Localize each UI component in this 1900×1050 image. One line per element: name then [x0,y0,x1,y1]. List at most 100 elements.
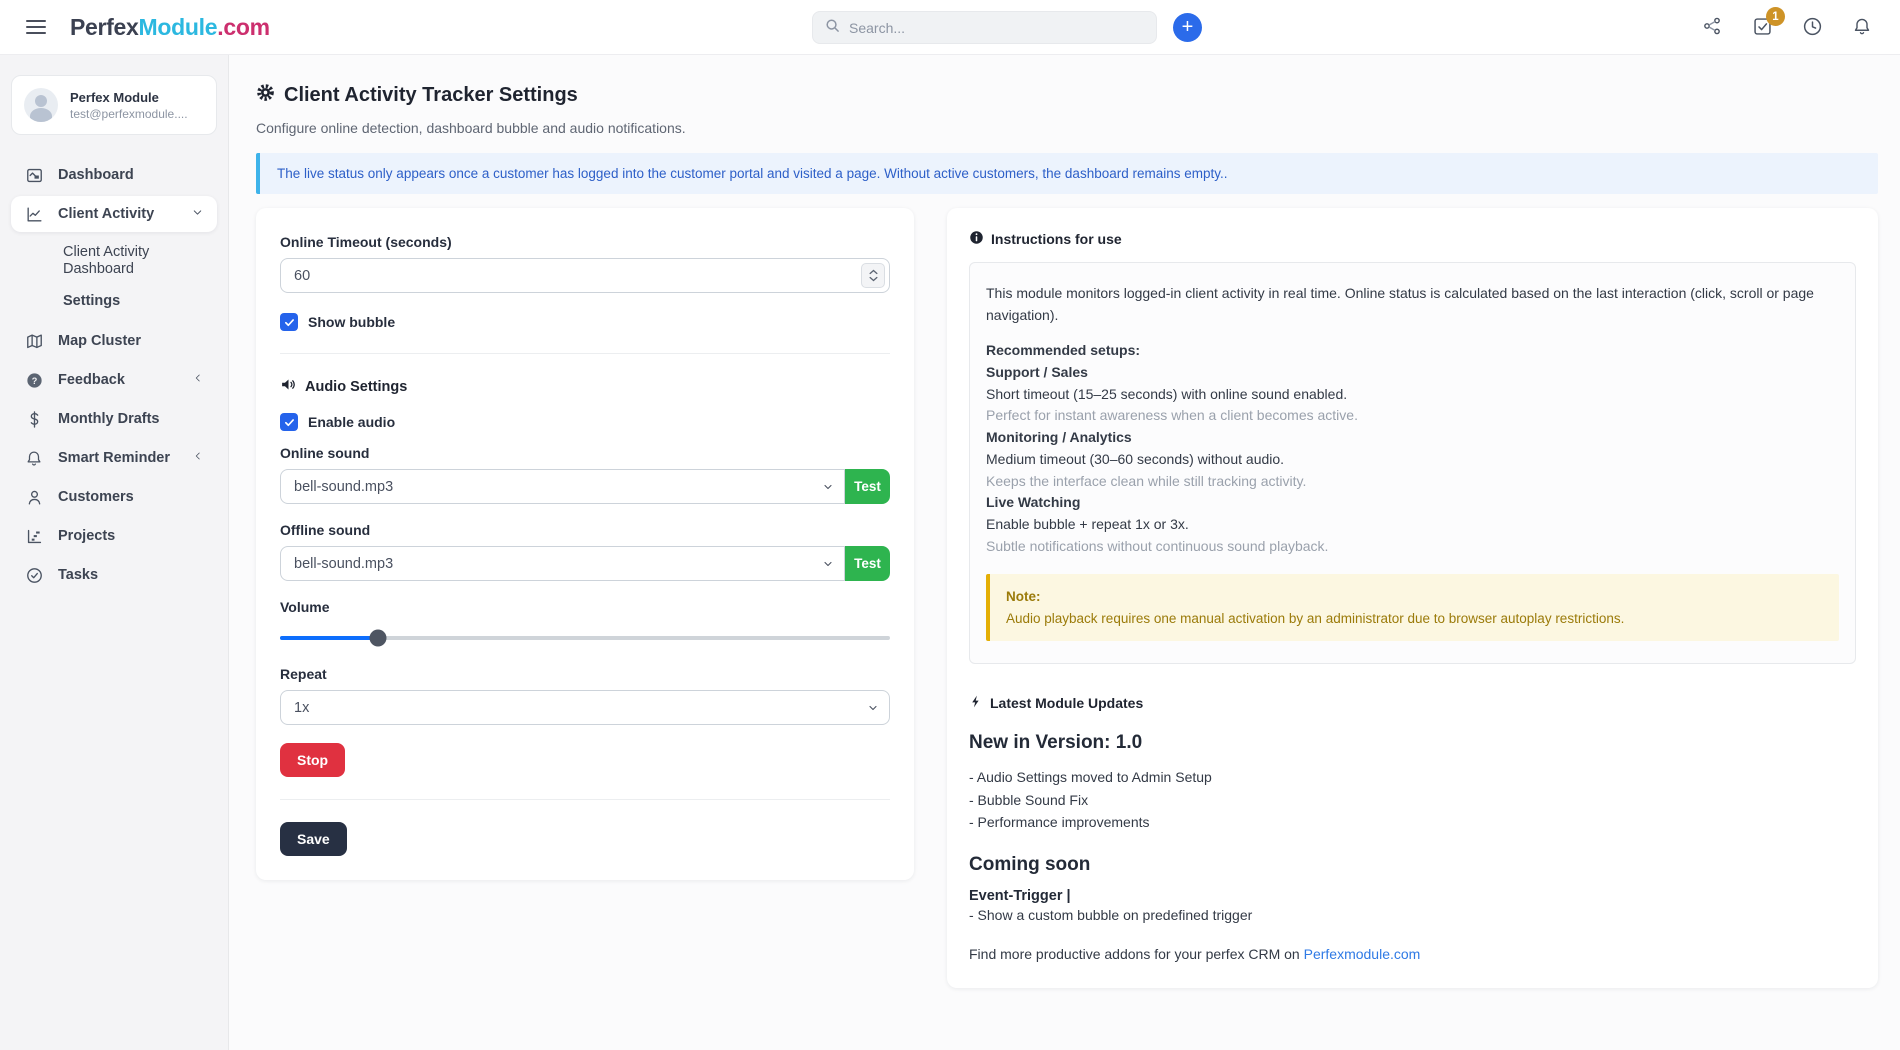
version-title: New in Version: 1.0 [969,732,1856,754]
version-item: - Audio Settings moved to Admin Setup [969,766,1856,788]
version-item: - Performance improvements [969,811,1856,833]
setup-name: Monitoring / Analytics [986,427,1839,449]
sidebar-item-projects[interactable]: Projects [11,518,217,554]
show-bubble-checkbox-row[interactable]: Show bubble [280,313,890,331]
sidebar-item-client-activity[interactable]: Client Activity [11,196,217,232]
page-subtitle: Configure online detection, dashboard bu… [256,120,1878,136]
sidebar: Perfex Module test@perfexmodule.... Dash… [0,55,229,1050]
volume-slider[interactable] [280,636,890,640]
checkbox-checked-icon[interactable] [280,413,298,431]
notification-count-badge: 1 [1766,7,1785,26]
sidebar-item-map-cluster[interactable]: Map Cluster [11,323,217,359]
sidebar-subitem-client-activity-dashboard[interactable]: Client Activity Dashboard [63,239,173,282]
setup-note: Keeps the interface clean while still tr… [986,471,1839,493]
clock-icon[interactable] [1802,16,1824,38]
enable-audio-label: Enable audio [308,414,395,430]
profile-card[interactable]: Perfex Module test@perfexmodule.... [11,75,217,135]
save-button[interactable]: Save [280,822,347,856]
logo-part-com: .com [217,14,269,40]
sidebar-item-monthly-drafts[interactable]: Monthly Drafts [11,401,217,437]
divider [280,353,890,354]
recommended-title: Recommended setups: [986,340,1839,362]
sidebar-item-label: Smart Reminder [58,450,170,466]
repeat-label: Repeat [280,666,890,682]
footer-text: Find more productive addons for your per… [969,946,1304,962]
page-title: Client Activity Tracker Settings [284,84,578,107]
repeat-select[interactable]: 1x [280,690,890,725]
audio-settings-label: Audio Settings [305,379,407,395]
coming-item: - Show a custom bubble on predefined tri… [969,904,1856,926]
note-title: Note: [1006,586,1823,608]
autoplay-note: Note: Audio playback requires one manual… [986,574,1839,641]
profile-email: test@perfexmodule.... [70,107,188,121]
version-item: - Bubble Sound Fix [969,789,1856,811]
sidebar-item-label: Map Cluster [58,333,141,349]
quick-add-button[interactable]: + [1173,13,1202,42]
enable-audio-checkbox-row[interactable]: Enable audio [280,413,890,431]
test-online-sound-button[interactable]: Test [845,469,890,504]
search-box[interactable] [812,11,1157,44]
sidebar-item-feedback[interactable]: ? Feedback [11,362,217,398]
note-text: Audio playback requires one manual activ… [1006,608,1823,630]
instructions-box: This module monitors logged-in client ac… [969,262,1856,664]
sidebar-item-smart-reminder[interactable]: Smart Reminder [11,440,217,476]
instructions-title: Instructions for use [991,231,1122,247]
main-content: Client Activity Tracker Settings Configu… [229,55,1900,1050]
sidebar-item-label: Feedback [58,372,125,388]
offline-sound-select[interactable]: bell-sound.mp3 [280,546,845,581]
person-icon [24,487,44,507]
perfexmodule-link[interactable]: Perfexmodule.com [1304,946,1421,962]
coming-feature: Event-Trigger | [969,888,1856,904]
footer-line: Find more productive addons for your per… [969,946,1856,962]
coming-soon-title: Coming soon [969,854,1856,876]
speaker-icon [280,376,297,397]
check-circle-icon [24,565,44,585]
sidebar-item-label: Dashboard [58,167,134,183]
app-logo[interactable]: PerfexModule.com [70,14,270,41]
client-activity-submenu: Client Activity Dashboard Settings [11,235,217,323]
question-circle-icon: ? [24,370,44,390]
image-icon [24,165,44,185]
avatar [24,88,58,122]
sidebar-item-tasks[interactable]: Tasks [11,557,217,593]
info-card: Instructions for use This module monitor… [947,208,1878,988]
info-icon [969,230,984,248]
chevron-left-icon [192,450,204,466]
bell-icon[interactable] [1852,16,1874,38]
test-offline-sound-button[interactable]: Test [845,546,890,581]
lightning-icon [969,694,983,712]
volume-thumb[interactable] [369,630,386,647]
number-stepper[interactable] [861,263,885,288]
search-input[interactable] [849,20,1144,36]
chevron-down-icon [191,206,204,223]
menu-icon[interactable] [26,20,46,34]
bar-chart-icon [24,526,44,546]
sidebar-item-customers[interactable]: Customers [11,479,217,515]
setup-detail: Enable bubble + repeat 1x or 3x. [986,514,1839,536]
show-bubble-label: Show bubble [308,314,395,330]
sidebar-subitem-settings[interactable]: Settings [63,288,217,315]
stop-button[interactable]: Stop [280,743,345,777]
online-sound-select[interactable]: bell-sound.mp3 [280,469,845,504]
timeout-label: Online Timeout (seconds) [280,234,890,250]
setup-name: Support / Sales [986,362,1839,384]
online-sound-label: Online sound [280,445,890,461]
share-icon[interactable] [1702,16,1724,38]
sidebar-item-dashboard[interactable]: Dashboard [11,157,217,193]
logo-part-module: Module [139,14,218,40]
map-icon [24,331,44,351]
bell-outline-icon [24,448,44,468]
top-navbar: PerfexModule.com + 1 [0,0,1900,55]
setup-detail: Short timeout (15–25 seconds) with onlin… [986,384,1839,406]
checkbox-checked-icon[interactable] [280,313,298,331]
svg-text:?: ? [31,375,37,385]
chevron-left-icon [192,372,204,388]
sidebar-item-label: Monthly Drafts [58,411,160,427]
sidebar-item-label: Projects [58,528,115,544]
volume-fill [280,636,378,640]
tasks-check-icon[interactable]: 1 [1752,16,1774,38]
sidebar-item-label: Customers [58,489,134,505]
dollar-icon [24,409,44,429]
timeout-input[interactable] [280,258,890,293]
logo-part-perfex: Perfex [70,14,139,40]
